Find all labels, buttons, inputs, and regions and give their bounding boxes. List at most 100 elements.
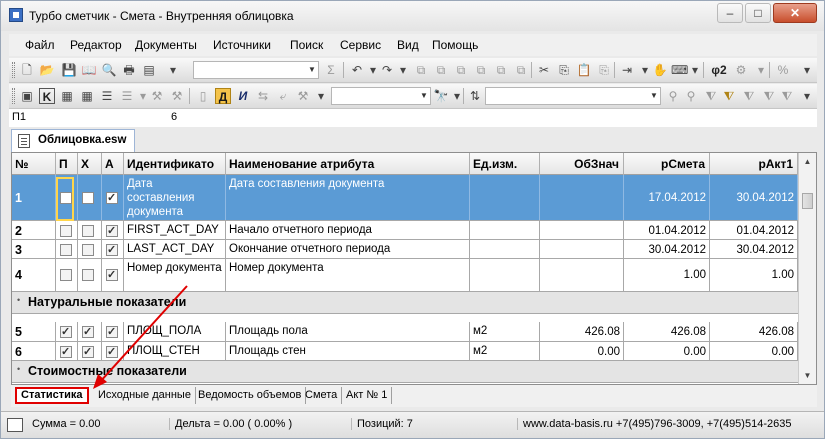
- rakt1-cell[interactable]: 426.08: [710, 322, 798, 341]
- menu-search[interactable]: Поиск: [290, 38, 323, 52]
- rsmeta-cell[interactable]: 426.08: [624, 322, 710, 341]
- col-header-obznach[interactable]: ОбЗнач: [540, 153, 624, 175]
- checkbox-p[interactable]: [60, 244, 72, 256]
- link-block-icon[interactable]: ⧉: [473, 62, 489, 78]
- obznach-cell[interactable]: 0.00: [540, 342, 624, 360]
- filter-icon[interactable]: ⧨: [703, 88, 719, 104]
- toolbar-options-icon[interactable]: ▾: [165, 62, 181, 78]
- row-number[interactable]: 2: [12, 221, 56, 239]
- row-number[interactable]: 6: [12, 342, 56, 360]
- rsmeta-cell[interactable]: 17.04.2012: [624, 175, 710, 220]
- format-bold-button[interactable]: Д: [215, 88, 231, 104]
- checkbox-x[interactable]: [82, 225, 94, 237]
- sheet-tab-statistics[interactable]: Статистика: [15, 387, 89, 404]
- table-row[interactable]: 3 LAST_ACT_DAYОкончание отчетного периода…: [12, 240, 798, 259]
- rsmeta-cell[interactable]: 30.04.2012: [624, 240, 710, 258]
- checkbox-a[interactable]: [106, 325, 118, 339]
- menu-help[interactable]: Помощь: [432, 38, 478, 52]
- insert-row-icon[interactable]: ⇥: [619, 62, 635, 78]
- col-header-rsmeta[interactable]: рСмета: [624, 153, 710, 175]
- identifier-cell[interactable]: ПЛОЩ_ПОЛА: [124, 322, 226, 341]
- table-row[interactable]: 2 FIRST_ACT_DAYНачало отчетного периода 01…: [12, 221, 798, 240]
- sum-icon[interactable]: Σ: [323, 62, 339, 78]
- checkbox-x[interactable]: [82, 345, 94, 359]
- rsmeta-cell[interactable]: 1.00: [624, 259, 710, 291]
- rsmeta-cell[interactable]: 01.04.2012: [624, 221, 710, 239]
- wrap-icon[interactable]: ⤶: [275, 88, 291, 104]
- rakt1-cell[interactable]: 01.04.2012: [710, 221, 798, 239]
- menu-documents[interactable]: Документы: [135, 38, 197, 52]
- copy-block-icon[interactable]: ⧉: [413, 62, 429, 78]
- toolbar-grip[interactable]: [12, 62, 15, 78]
- toolbar2-options-icon[interactable]: ▾: [313, 88, 329, 104]
- identifier-cell[interactable]: FIRST_ACT_DAY: [124, 221, 226, 239]
- vertical-scrollbar[interactable]: ▲ ▼: [798, 153, 816, 384]
- open-folder-icon[interactable]: 📂: [39, 62, 55, 78]
- merge-block-icon[interactable]: ⧉: [513, 62, 529, 78]
- hammer-icon[interactable]: ⚒: [169, 88, 185, 104]
- find-icon[interactable]: 🔍: [101, 62, 117, 78]
- unit-cell[interactable]: [470, 221, 540, 239]
- attribute-name-cell[interactable]: Площадь пола: [226, 322, 470, 341]
- checkbox-p[interactable]: [60, 269, 72, 281]
- identifier-cell[interactable]: LAST_ACT_DAY: [124, 240, 226, 258]
- table-row[interactable]: 1 Дата составления документаДата составле…: [12, 175, 798, 221]
- undo-icon[interactable]: ↶: [349, 62, 365, 78]
- table-row[interactable]: 6ПЛОЩ_СТЕНПлощадь стенм20.000.000.00: [12, 342, 798, 361]
- filter-combo[interactable]: ▼: [485, 87, 661, 105]
- obznach-cell[interactable]: [540, 240, 624, 258]
- menu-file[interactable]: Файл: [25, 38, 55, 52]
- scroll-down-icon[interactable]: ▼: [801, 369, 814, 382]
- checkbox-a[interactable]: [106, 268, 118, 282]
- column-icon[interactable]: ▯: [195, 88, 211, 104]
- scroll-thumb[interactable]: [802, 193, 813, 209]
- checkbox-x[interactable]: [82, 269, 94, 281]
- obznach-cell[interactable]: [540, 175, 624, 220]
- menu-editor[interactable]: Редактор: [70, 38, 122, 52]
- obznach-cell[interactable]: [540, 221, 624, 239]
- tree-icon[interactable]: ☰: [99, 88, 115, 104]
- table-icon[interactable]: ▦: [59, 88, 75, 104]
- menu-sources[interactable]: Источники: [213, 38, 271, 52]
- phi2-icon[interactable]: φ2: [708, 62, 730, 78]
- toolbar2-more-icon[interactable]: ▾: [799, 88, 815, 104]
- col-header-rakt1[interactable]: рАкт1: [710, 153, 798, 175]
- format-italic-button[interactable]: И: [235, 88, 251, 104]
- toolbar-more-icon[interactable]: ▾: [799, 62, 815, 78]
- obznach-cell[interactable]: 426.08: [540, 322, 624, 341]
- clone-block-icon[interactable]: ⧉: [493, 62, 509, 78]
- table-row[interactable]: 4 Номер документаНомер документа 1.001.00: [12, 259, 798, 292]
- sheet-tab-act-1[interactable]: Акт № 1: [342, 387, 393, 404]
- filter-clear-icon[interactable]: ⧨: [741, 88, 757, 104]
- unit-cell[interactable]: [470, 240, 540, 258]
- list-icon[interactable]: ☰: [119, 88, 135, 104]
- col-header-a[interactable]: А: [102, 153, 124, 175]
- group-row[interactable]: • Натуральные показатели: [12, 292, 798, 314]
- attribute-name-cell[interactable]: Начало отчетного периода: [226, 221, 470, 239]
- col-header-p[interactable]: П: [56, 153, 78, 175]
- minimize-button[interactable]: –: [717, 3, 743, 23]
- group-expand-icon[interactable]: •: [17, 295, 20, 305]
- toolbar-grip[interactable]: [12, 88, 15, 104]
- rakt1-cell[interactable]: 1.00: [710, 259, 798, 291]
- document-tab[interactable]: Облицовка.esw: [11, 129, 135, 152]
- cell-value-field[interactable]: 6: [171, 111, 177, 123]
- unit-cell[interactable]: [470, 259, 540, 291]
- filter-settings-icon[interactable]: ⧨: [779, 88, 795, 104]
- print-icon[interactable]: 🖶: [121, 62, 137, 78]
- function-dropdown-icon[interactable]: ▾: [753, 62, 769, 78]
- close-button[interactable]: ✕: [773, 3, 817, 23]
- checkbox-p[interactable]: [60, 225, 72, 237]
- col-header-x[interactable]: Х: [78, 153, 102, 175]
- row-number[interactable]: 3: [12, 240, 56, 258]
- keyboard-icon[interactable]: ⌨: [671, 62, 688, 78]
- cell-reference[interactable]: П1: [12, 111, 26, 123]
- col-header-number[interactable]: №: [12, 153, 56, 175]
- save-icon[interactable]: 💾: [61, 62, 77, 78]
- attribute-name-cell[interactable]: Окончание отчетного периода: [226, 240, 470, 258]
- table-row[interactable]: 5ПЛОЩ_ПОЛАПлощадь полам2426.08426.08426.…: [12, 322, 798, 342]
- row-number[interactable]: 1: [12, 175, 56, 220]
- rakt1-cell[interactable]: 30.04.2012: [710, 240, 798, 258]
- row-number[interactable]: 4: [12, 259, 56, 291]
- print-preview-icon[interactable]: 📖: [81, 62, 97, 78]
